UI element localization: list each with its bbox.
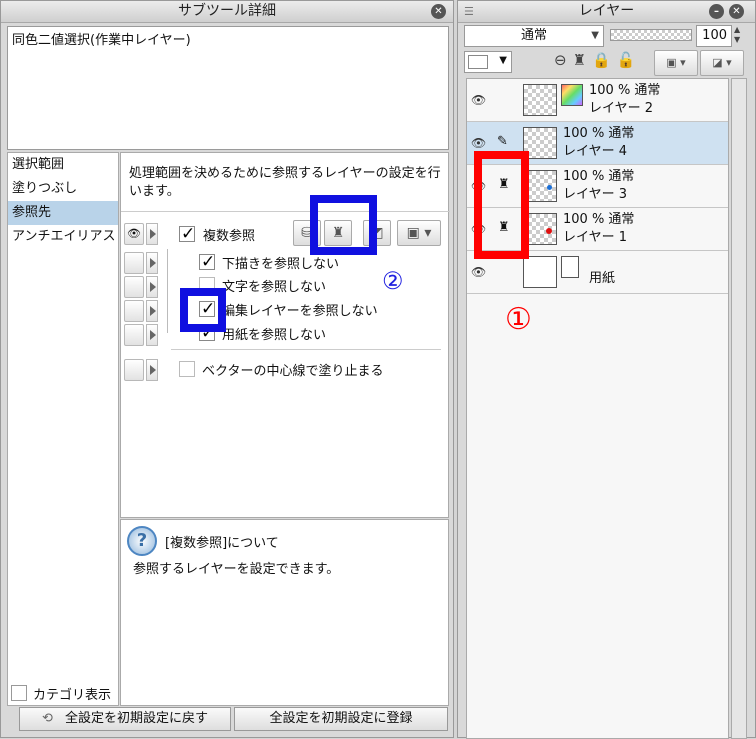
pen-icon: ✎ [497,134,508,149]
paper-icon [561,256,579,278]
layer-percent: 100 % 通常 [563,126,635,141]
color-chevron-icon: ▼ [499,55,507,66]
row-toggle-4[interactable] [124,324,144,346]
help-text: 参照するレイヤーを設定できます。 [133,562,340,577]
blue-highlight-box-tool [310,195,377,255]
clip-icon[interactable]: ⊖ [554,51,573,69]
menu-icon[interactable]: ☰ [464,5,474,18]
category-reference[interactable]: 参照先 [8,201,118,225]
row-expand-arrow[interactable] [146,223,158,245]
help-icon: ? [127,526,157,556]
layer-percent: 100 % 通常 [563,169,635,184]
toolbar-icons: ⊖♜🔒🔓 [554,51,641,69]
row-toggle-3[interactable] [124,300,144,322]
category-antialias[interactable]: アンチエイリアス [8,225,118,249]
folder-layer-button[interactable]: ▣ ▾ [397,220,441,246]
register-all-button[interactable]: 全設定を初期設定に登録 [234,707,448,731]
ruler-button[interactable]: ◪ ▾ [700,50,744,76]
color-layer-icon [561,84,583,106]
blue-highlight-box-checkbox [180,288,226,332]
opacity-slider[interactable] [610,29,692,41]
layer-scrollbar[interactable] [731,78,747,739]
layer-name: 用紙 [589,271,616,286]
reset-icon: ⟲ [42,711,53,726]
minimize-icon[interactable]: – [709,4,724,19]
description-text: 処理範囲を決めるために参照するレイヤーの設定を行います。 [129,166,441,199]
layer-thumbnail [523,84,557,116]
paper-thumbnail [523,256,557,288]
layer-percent: 100 % 通常 [589,83,661,98]
eye-icon[interactable]: 👁 [471,93,486,107]
row-arrow-2[interactable] [146,276,158,298]
layer-name: レイヤー 1 [563,230,628,245]
red-highlight-box [474,151,529,259]
option-paper-label: 用紙を参照しない [222,328,327,343]
help-title: [複数参照]について [165,536,279,551]
category-list: 選択範囲 塗りつぶし 参照先 アンチエイリアス [7,152,119,706]
row-toggle-1[interactable] [124,252,144,274]
multi-ref-label: 複数参照 [203,229,256,244]
lock-icon[interactable]: 🔒 [592,51,617,69]
option-edit-layer-label: 編集レイヤーを参照しない [222,304,378,319]
tool-name-box: 同色二値選択(作業中レイヤー) [7,26,449,150]
row-eye-button[interactable]: 👁 [124,223,144,245]
layer-percent: 100 % 通常 [563,212,635,227]
layer-panel: レイヤー ☰ – ✕ 通常 ▼ 100 ▲ ▼ ▼ ⊖♜🔒🔓 ▣ ▾ ◪ ▾ 👁 … [457,0,756,739]
blend-mode-value: 通常 [520,28,547,43]
category-toggle-label: カテゴリ表示 [33,688,112,703]
reset-all-button[interactable]: ⟲ 全設定を初期設定に戻す [19,707,231,731]
chevron-down-icon: ▼ [591,30,599,41]
layer-name: レイヤー 4 [563,144,628,159]
opacity-stepper[interactable]: ▲ ▼ [734,25,740,45]
option-draft-label: 下描きを参照しない [222,257,340,272]
opacity-input[interactable]: 100 [696,25,732,47]
row-arrow-4[interactable] [146,324,158,346]
color-select[interactable]: ▼ [464,51,512,73]
blend-mode-select[interactable]: 通常 ▼ [464,25,604,47]
reset-label: 全設定を初期設定に戻す [64,711,208,726]
row-arrow-1[interactable] [146,252,158,274]
register-label: 全設定を初期設定に登録 [269,711,413,726]
mask-button[interactable]: ▣ ▾ [654,50,698,76]
settings-area: 処理範囲を決めるために参照するレイヤーの設定を行います。 👁 ✓ 複数参照 ⛁ … [120,152,450,518]
close-icon[interactable]: ✕ [431,4,446,19]
option-draft-checkbox[interactable]: ✓ [199,254,215,271]
subtool-detail-panel: サブツール詳細 ✕ 同色二値選択(作業中レイヤー) 選択範囲 塗りつぶし 参照先… [0,0,454,738]
row-arrow-vector[interactable] [146,359,158,381]
tool-name: 同色二値選択(作業中レイヤー) [12,33,191,48]
layer-name: レイヤー 3 [563,187,628,202]
row-toggle-2[interactable] [124,276,144,298]
layer-row[interactable]: 👁 100 % 通常 レイヤー 2 [467,79,728,122]
eye-icon[interactable]: 👁 [471,136,486,150]
category-toggle-checkbox[interactable] [11,685,27,701]
option-text-label: 文字を参照しない [222,280,327,295]
eye-icon[interactable]: 👁 [471,265,486,279]
annotation-2: ② [382,267,404,295]
row-toggle-vector[interactable] [124,359,144,381]
reference-icon[interactable]: ♜ [573,51,592,69]
layer-name: レイヤー 2 [589,101,654,116]
vector-label: ベクターの中心線で塗り止まる [202,364,384,379]
panel-title: サブツール詳細 [1,1,453,23]
category-selection[interactable]: 選択範囲 [8,153,118,177]
vector-checkbox[interactable] [179,361,195,377]
category-fill[interactable]: 塗りつぶし [8,177,118,201]
row-arrow-3[interactable] [146,300,158,322]
multi-ref-checkbox[interactable]: ✓ [179,226,195,243]
layer-close-icon[interactable]: ✕ [729,4,744,19]
lock-alpha-icon[interactable]: 🔓 [617,51,642,69]
help-area: ? [複数参照]について 参照するレイヤーを設定できます。 [120,519,449,706]
annotation-1: ① [505,302,532,337]
